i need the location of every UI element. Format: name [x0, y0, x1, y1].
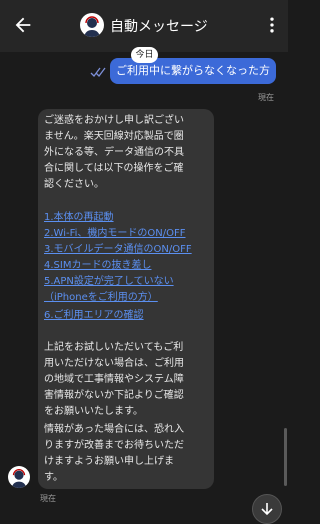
message-line: 外になる等、データ通信の不具 — [44, 147, 184, 158]
message-line: をお願いいたします。 — [44, 406, 143, 417]
message-line: 情報があった場合には、恐れ入 — [44, 424, 184, 435]
message-line: ご迷惑をおかけし申し訳ござい — [44, 115, 184, 126]
outgoing-timestamp: 現在 — [258, 93, 274, 102]
arrow-left-icon[interactable] — [12, 14, 34, 36]
operator-avatar-icon — [84, 16, 100, 37]
message-line: の地域で工事情報やシステム障 — [44, 374, 184, 385]
app-bar: 自動メッセージ — [0, 0, 288, 52]
more-vertical-icon[interactable] — [262, 14, 282, 36]
arrow-down-icon — [261, 503, 273, 516]
message-line: 認ください。 — [44, 179, 104, 190]
link-sim-card[interactable]: 4.SIMカードの抜き差し — [44, 258, 151, 273]
link-wifi-airplane-mode[interactable]: 2.Wi-Fi、機内モードのON/OFF — [44, 226, 186, 241]
link-service-area[interactable]: 6.ご利用エリアの確認 — [44, 308, 144, 323]
operator-avatar-icon — [11, 469, 27, 488]
page-title: 自動メッセージ — [110, 19, 208, 35]
message-line: 上記をお試しいただいてもご利 — [44, 342, 184, 353]
avatar[interactable] — [80, 13, 104, 37]
scroll-to-bottom-button[interactable] — [252, 494, 282, 524]
message-line: 用いただけない場合は、ご利用 — [44, 358, 184, 369]
link-apn-settings[interactable]: 5.APN設定が完了していない — [44, 274, 174, 289]
message-line: けますようお願い申し上げま — [44, 456, 174, 467]
outgoing-message-text: ご利用中に繋がらなくなった方 — [116, 64, 270, 77]
message-line: す。 — [44, 472, 63, 483]
incoming-timestamp: 現在 — [40, 494, 56, 503]
message-line: ません。楽天回線対応製品で圏 — [44, 131, 184, 142]
double-check-icon — [90, 67, 106, 77]
link-mobile-data[interactable]: 3.モバイルデータ通信のON/OFF — [44, 242, 192, 257]
link-restart-device[interactable]: 1.本体の再起動 — [44, 210, 114, 225]
avatar[interactable] — [8, 466, 30, 488]
scrollbar[interactable] — [284, 428, 287, 486]
date-separator: 今日 — [131, 47, 158, 63]
link-apn-settings-iphone[interactable]: （iPhoneをご利用の方） — [44, 290, 158, 305]
message-line: 合に関しては以下の操作をご確 — [44, 163, 184, 174]
message-line: 害情報がないか下記よりご確認 — [44, 390, 184, 401]
message-line: りますが改善までお待ちいただ — [44, 440, 184, 451]
